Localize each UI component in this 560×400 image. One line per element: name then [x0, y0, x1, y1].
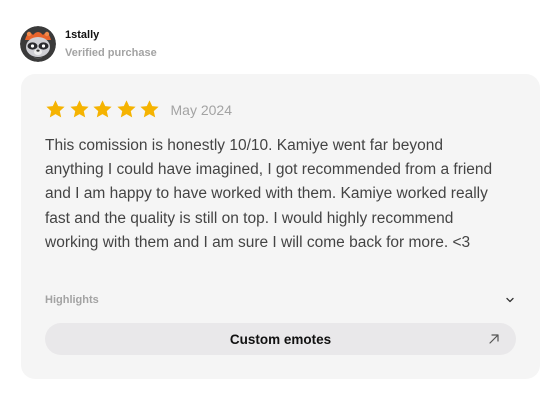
review-card: May 2024 This comission is honestly 10/1…: [21, 74, 540, 379]
star-icon: [46, 100, 65, 118]
arrow-up-right-icon: [489, 334, 499, 344]
highlights-label: Highlights: [45, 294, 99, 306]
custom-emotes-tag-button[interactable]: Custom emotes: [45, 323, 516, 355]
star-rating: [45, 99, 163, 120]
star-icon: [116, 100, 136, 118]
rating-row: May 2024: [45, 99, 232, 120]
tag-label: Custom emotes: [229, 331, 332, 347]
review-text: This comission is honestly 10/10. Kamiye…: [45, 137, 493, 251]
raccoon-avatar-icon: [20, 26, 56, 62]
avatar[interactable]: [20, 26, 56, 62]
chevron-down-icon: [506, 297, 514, 303]
star-icon: [140, 100, 159, 118]
review-date: May 2024: [170, 101, 232, 118]
review-page: 1stally Verified purchase May 2024 This …: [0, 0, 560, 400]
star-icon: [93, 100, 112, 118]
highlights-toggle[interactable]: Highlights: [45, 290, 515, 310]
reviewer-name[interactable]: 1stally: [65, 29, 157, 42]
reviewer-header: 1stally Verified purchase: [20, 26, 157, 62]
star-icon: [69, 100, 89, 118]
verified-purchase-badge: Verified purchase: [65, 47, 157, 59]
